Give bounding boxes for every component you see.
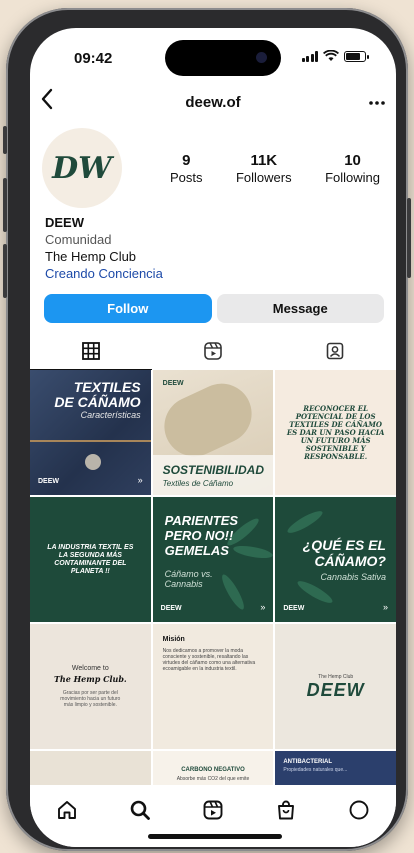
post-text: Nos dedicamos a promover la moda conscie… <box>162 648 256 672</box>
wifi-icon <box>323 50 339 61</box>
post-tile[interactable]: TEXTILES DE CÁÑAMO Características DEEW … <box>30 370 151 495</box>
post-title: PARIENTES PERO NO!! GEMELAS <box>164 513 239 558</box>
chevron-right-icon: » <box>382 602 388 612</box>
post-title: ¿QUÉ ES EL CÁÑAMO? <box>302 537 386 569</box>
volume-up-button <box>3 178 7 232</box>
post-tile[interactable]: RECONOCER EL POTENCIAL DE LOS TEXTILES D… <box>275 370 396 495</box>
nav-home[interactable] <box>53 799 81 827</box>
post-tile[interactable]: LA INDUSTRIA TEXTIL ES LA SEGUNDA MÁS CO… <box>30 497 151 622</box>
grid-icon <box>82 342 100 360</box>
avatar[interactable]: DW <box>42 128 122 208</box>
post-title: ANTIBACTERIAL <box>283 759 332 765</box>
post-text: RECONOCER EL POTENCIAL DE LOS TEXTILES D… <box>286 403 385 461</box>
post-title: The Hemp Club. <box>53 674 127 684</box>
reels-icon <box>204 342 222 360</box>
nav-profile[interactable] <box>345 799 373 827</box>
status-time: 09:42 <box>74 50 113 67</box>
nav-reels[interactable] <box>199 799 227 827</box>
home-icon <box>57 801 76 819</box>
stat-posts-label: Posts <box>170 170 203 185</box>
post-tile[interactable]: Welcome to The Hemp Club. Gracias por se… <box>30 624 151 749</box>
battery-icon <box>344 50 369 62</box>
post-tile[interactable]: ¿QUÉ ES EL CÁÑAMO? Cannabis Sativa DEEW … <box>275 497 396 622</box>
bio-text: The Hemp Club <box>45 249 137 264</box>
chevron-right-icon: » <box>260 602 266 612</box>
screen: 09:42 deew.of DW 9 Posts 11K Followers 1… <box>30 28 396 847</box>
post-tile[interactable]: Misión Nos dedicamos a promover la moda … <box>152 624 274 749</box>
post-tile[interactable]: CARBONO NEGATIVO Absorbe más CO2 del que… <box>152 751 274 785</box>
chevron-right-icon: » <box>137 475 143 485</box>
post-logo: DEEW <box>283 605 305 612</box>
post-text: Gracias por ser parte del movimiento hac… <box>60 690 121 708</box>
bio-link[interactable]: Creando Conciencia <box>45 265 163 282</box>
tagged-icon <box>326 342 344 360</box>
ellipsis-icon[interactable] <box>368 90 386 111</box>
fabric-fold <box>154 373 262 467</box>
phone-frame: 09:42 deew.of DW 9 Posts 11K Followers 1… <box>3 8 411 851</box>
profile-stats: 9 Posts 11K Followers 10 Following <box>170 152 380 185</box>
post-text: Absorbe más CO2 del que emite <box>176 776 250 782</box>
post-subtitle: Textiles de Cáñamo <box>162 479 234 488</box>
status-icons <box>301 50 369 62</box>
post-logo: DEEW <box>38 478 59 485</box>
nav-search[interactable] <box>126 799 154 827</box>
hemp-leaf <box>285 507 326 537</box>
reels-icon <box>203 800 223 820</box>
post-text: Welcome to <box>71 665 109 672</box>
power-button <box>407 198 411 278</box>
post-title: SOSTENIBILIDAD <box>162 463 264 477</box>
profile-username: deew.of <box>185 94 241 111</box>
shop-icon <box>278 800 295 820</box>
post-logo: DEEW <box>306 680 365 700</box>
profile-actions: Follow Message <box>44 294 384 323</box>
home-indicator[interactable] <box>148 834 282 839</box>
stat-following[interactable]: 10 Following <box>325 152 380 185</box>
post-title: Misión <box>162 636 185 643</box>
dynamic-island <box>165 40 281 76</box>
profile-category: Comunidad <box>45 232 112 247</box>
stat-posts-value: 9 <box>182 152 191 169</box>
stat-posts[interactable]: 9 Posts <box>170 152 203 185</box>
post-tile[interactable]: PARIENTES PERO NO!! GEMELAS Cáñamo vs. C… <box>152 497 274 622</box>
post-logo: DEEW <box>160 605 182 612</box>
posts-grid: TEXTILES DE CÁÑAMO Características DEEW … <box>30 370 396 785</box>
tab-posts-grid[interactable] <box>30 332 152 370</box>
nav-bar: deew.of <box>30 84 396 120</box>
profile-tabs <box>30 332 396 370</box>
stat-followers-label: Followers <box>235 170 292 185</box>
post-tile[interactable]: ANTIBACTERIAL Propiedades naturales que.… <box>275 751 396 785</box>
post-tile[interactable]: The Hemp Club DEEW <box>275 624 396 749</box>
profile-icon <box>349 800 369 820</box>
stat-followers[interactable]: 11K Followers <box>236 152 292 185</box>
tab-tagged[interactable] <box>274 332 396 370</box>
stat-following-label: Following <box>325 170 380 185</box>
signal-icon <box>301 50 318 62</box>
post-subtitle: Cáñamo vs. Cannabis <box>164 569 213 589</box>
post-title: CARBONO NEGATIVO <box>181 767 245 773</box>
follow-button[interactable]: Follow <box>44 294 212 323</box>
denim-seam <box>30 440 151 442</box>
stat-followers-value: 11K <box>250 152 278 169</box>
post-subtitle: Cannabis Sativa <box>320 572 386 582</box>
camera-dot <box>256 52 267 63</box>
mute-switch <box>3 126 7 154</box>
post-tile[interactable] <box>30 751 151 785</box>
tab-reels[interactable] <box>152 332 274 370</box>
profile-bio: DEEW Comunidad The Hemp Club Creando Con… <box>45 214 163 282</box>
post-title: TEXTILES DE CÁÑAMO <box>54 379 141 410</box>
jean-button <box>85 454 101 470</box>
avatar-logo-text: DW <box>52 150 112 186</box>
post-tile[interactable]: DEEW SOSTENIBILIDAD Textiles de Cáñamo <box>152 370 274 495</box>
message-button[interactable]: Message <box>216 294 384 323</box>
stat-following-value: 10 <box>344 152 361 169</box>
profile-name: DEEW <box>45 215 84 230</box>
search-icon <box>130 800 150 820</box>
post-subtitle: Características <box>80 410 141 420</box>
post-text: Propiedades naturales que... <box>283 767 348 773</box>
post-text: LA INDUSTRIA TEXTIL ES LA SEGUNDA MÁS CO… <box>47 543 134 575</box>
post-logo: DEEW <box>162 380 184 387</box>
nav-shop[interactable] <box>272 799 300 827</box>
volume-down-button <box>3 244 7 298</box>
status-bar: 09:42 <box>30 28 396 84</box>
